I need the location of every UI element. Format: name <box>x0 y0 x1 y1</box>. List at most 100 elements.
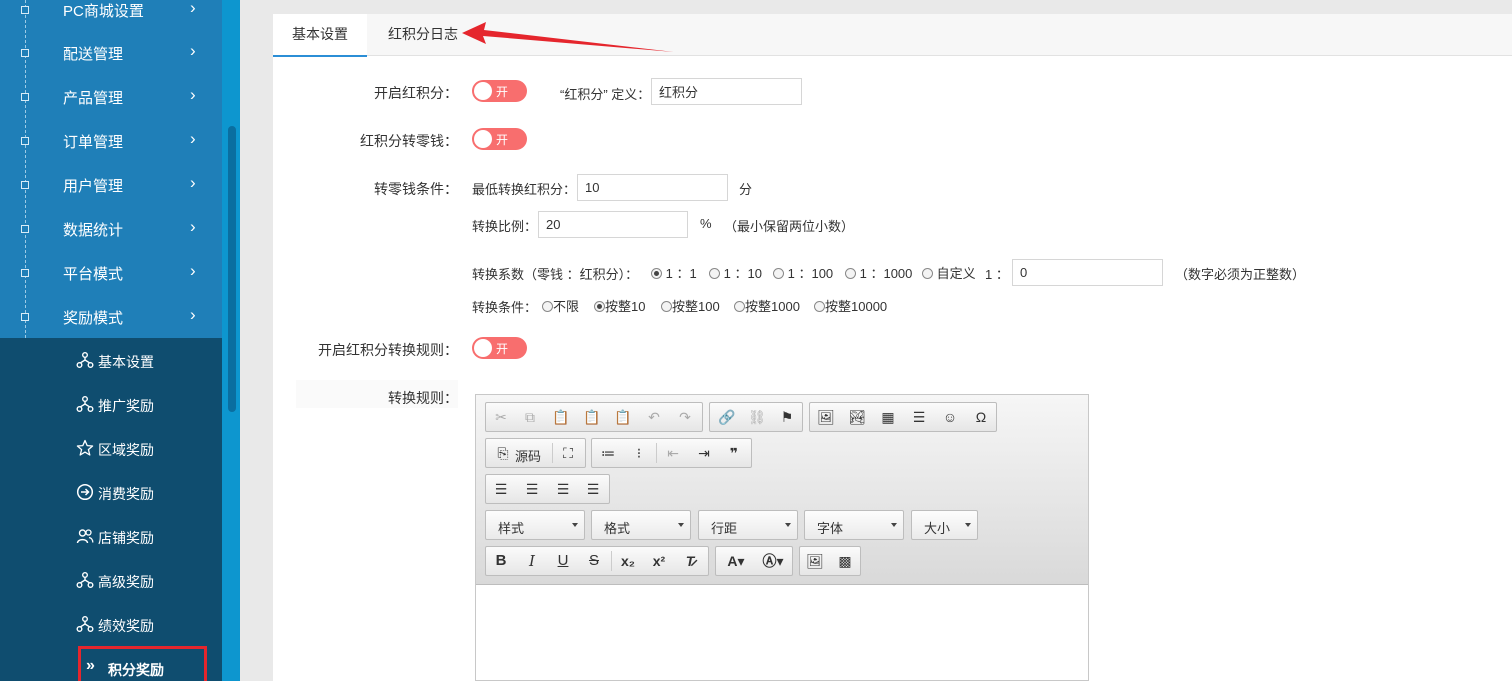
cond-option-100[interactable]: 按整100 <box>661 296 720 315</box>
align-right-icon[interactable]: ☰ <box>550 478 576 500</box>
submenu-item-performance[interactable]: 绩效奖励 <box>0 602 222 646</box>
toggle-label: 开 <box>496 133 509 147</box>
menu-item-users[interactable]: 用户管理 › <box>0 163 222 207</box>
ratio-input[interactable] <box>538 211 688 238</box>
submenu-item-advanced[interactable]: 高级奖励 <box>0 558 222 602</box>
cond-option-10000[interactable]: 按整10000 <box>814 296 887 315</box>
radio-button[interactable] <box>814 301 825 312</box>
bullet-list-icon[interactable]: ⁝ <box>626 442 652 464</box>
paste-word-icon[interactable]: 📋 <box>610 406 636 428</box>
style-dropdown[interactable]: 样式 <box>485 510 585 540</box>
submenu-item-store[interactable]: 店铺奖励 <box>0 514 222 558</box>
radio-button[interactable] <box>661 301 672 312</box>
line-height-dropdown[interactable]: 行距 <box>698 510 798 540</box>
image-icon[interactable]: 🖼 <box>813 406 839 428</box>
numbered-list-icon[interactable]: ≔ <box>595 442 621 464</box>
photo-icon[interactable]: 🏞 <box>844 406 870 428</box>
text-color-icon[interactable]: A▾ <box>719 550 753 572</box>
chevron-right-icon: › <box>190 305 196 324</box>
radio-button[interactable] <box>542 301 553 312</box>
cond-option-1000[interactable]: 按整1000 <box>734 296 800 315</box>
tab-basic-settings[interactable]: 基本设置 <box>273 14 367 57</box>
submenu-item-consumption[interactable]: 消费奖励 <box>0 470 222 514</box>
sidebar: PC商城设置 › 配送管理 › 产品管理 › 订单管理 › 用户管理 › 数据统… <box>0 0 222 681</box>
copy-icon[interactable]: ⧉ <box>517 406 543 428</box>
font-dropdown[interactable]: 字体 <box>804 510 904 540</box>
coef-option-10[interactable]: 1 ：10 <box>709 263 762 282</box>
indent-icon[interactable]: ⇥ <box>691 442 717 464</box>
source-label[interactable]: 源码 <box>515 446 541 465</box>
cond-option-unlimited[interactable]: 不限 <box>542 296 579 315</box>
blockquote-icon[interactable]: ❞ <box>721 442 747 464</box>
radio-button[interactable] <box>845 268 856 279</box>
radio-button[interactable] <box>773 268 784 279</box>
menu-item-rewards[interactable]: 奖励模式 › <box>0 295 222 339</box>
redo-icon[interactable]: ↷ <box>672 406 698 428</box>
unlink-icon[interactable]: ⛓ <box>744 406 770 428</box>
min-points-input[interactable] <box>577 174 728 201</box>
menu-item-platform[interactable]: 平台模式 › <box>0 251 222 295</box>
menu-item-orders[interactable]: 订单管理 › <box>0 119 222 163</box>
size-dropdown[interactable]: 大小 <box>911 510 978 540</box>
paste-text-icon[interactable]: 📋 <box>579 406 605 428</box>
undo-icon[interactable]: ↶ <box>641 406 667 428</box>
radio-button[interactable] <box>734 301 745 312</box>
submenu-item-region[interactable]: 区域奖励 <box>0 426 222 470</box>
enable-points-toggle[interactable]: 开 <box>472 80 527 102</box>
menu-item-delivery[interactable]: 配送管理 › <box>0 31 222 75</box>
image-upload-icon[interactable]: 🖼 <box>802 550 828 572</box>
menu-item-label: 产品管理 <box>63 90 124 107</box>
italic-icon[interactable]: I <box>519 550 545 572</box>
editor-toolbar: ✂ ⧉ 📋 📋 📋 ↶ ↷ 🔗 ⛓ ⚑ 🖼 🏞 ▦ ☰ ☺ Ω ⎘ 源码 ⛶ ≔… <box>476 395 1088 585</box>
coef-option-100[interactable]: 1 ：100 <box>773 263 833 282</box>
coef-custom-input[interactable] <box>1012 259 1163 286</box>
radio-button[interactable] <box>922 268 933 279</box>
radio-button[interactable] <box>594 301 605 312</box>
coef-option-1000[interactable]: 1 ：1000 <box>845 263 912 282</box>
background-color-icon[interactable]: Ⓐ▾ <box>756 550 790 572</box>
align-justify-icon[interactable]: ☰ <box>580 478 606 500</box>
anchor-flag-icon[interactable]: ⚑ <box>774 406 800 428</box>
radio-button[interactable] <box>709 268 720 279</box>
link-icon[interactable]: 🔗 <box>714 406 740 428</box>
subscript-icon[interactable]: x₂ <box>615 550 641 572</box>
paste-icon[interactable]: 📋 <box>548 406 574 428</box>
coef-option-1[interactable]: 1 ：1 <box>651 263 697 282</box>
qrcode-icon[interactable]: ▩ <box>832 550 858 572</box>
maximize-icon[interactable]: ⛶ <box>555 442 581 464</box>
tab-points-log[interactable]: 红积分日志 <box>373 14 473 56</box>
submenu-item-promotion[interactable]: 推广奖励 <box>0 382 222 426</box>
scrollbar-thumb[interactable] <box>228 126 236 412</box>
sitemap-icon <box>76 616 94 632</box>
points-name-input[interactable] <box>651 78 802 105</box>
editor-content-area[interactable] <box>476 585 1088 680</box>
menu-item-products[interactable]: 产品管理 › <box>0 75 222 119</box>
outdent-icon[interactable]: ⇤ <box>660 442 686 464</box>
coef-option-custom[interactable]: 自定义 <box>922 263 976 282</box>
horizontal-rule-icon[interactable]: ☰ <box>906 406 932 428</box>
menu-item-statistics[interactable]: 数据统计 › <box>0 207 222 251</box>
align-left-icon[interactable]: ☰ <box>488 478 514 500</box>
menu-item-label: 配送管理 <box>63 46 124 63</box>
special-char-icon[interactable]: Ω <box>968 406 994 428</box>
to-change-toggle[interactable]: 开 <box>472 128 527 150</box>
bold-icon[interactable]: B <box>488 550 514 572</box>
align-center-icon[interactable]: ☰ <box>519 478 545 500</box>
smiley-icon[interactable]: ☺ <box>937 406 963 428</box>
menu-item-label: 数据统计 <box>63 222 124 239</box>
users-icon <box>76 529 94 544</box>
format-dropdown[interactable]: 格式 <box>591 510 691 540</box>
strikethrough-icon[interactable]: S <box>581 550 607 572</box>
cut-icon[interactable]: ✂ <box>488 406 514 428</box>
submenu-item-basic[interactable]: 基本设置 <box>0 338 222 382</box>
rule-enable-toggle[interactable]: 开 <box>472 337 527 359</box>
radio-button[interactable] <box>651 268 662 279</box>
min-points-label: 最低转换红积分： <box>472 182 577 197</box>
superscript-icon[interactable]: x² <box>646 550 672 572</box>
source-icon[interactable]: ⎘ <box>490 442 516 464</box>
table-icon[interactable]: ▦ <box>875 406 901 428</box>
menu-item-pc-mall[interactable]: PC商城设置 › <box>0 0 222 32</box>
underline-icon[interactable]: U <box>550 550 576 572</box>
clear-format-icon[interactable]: T̷ <box>677 550 703 572</box>
cond-option-10[interactable]: 按整10 <box>594 296 645 315</box>
